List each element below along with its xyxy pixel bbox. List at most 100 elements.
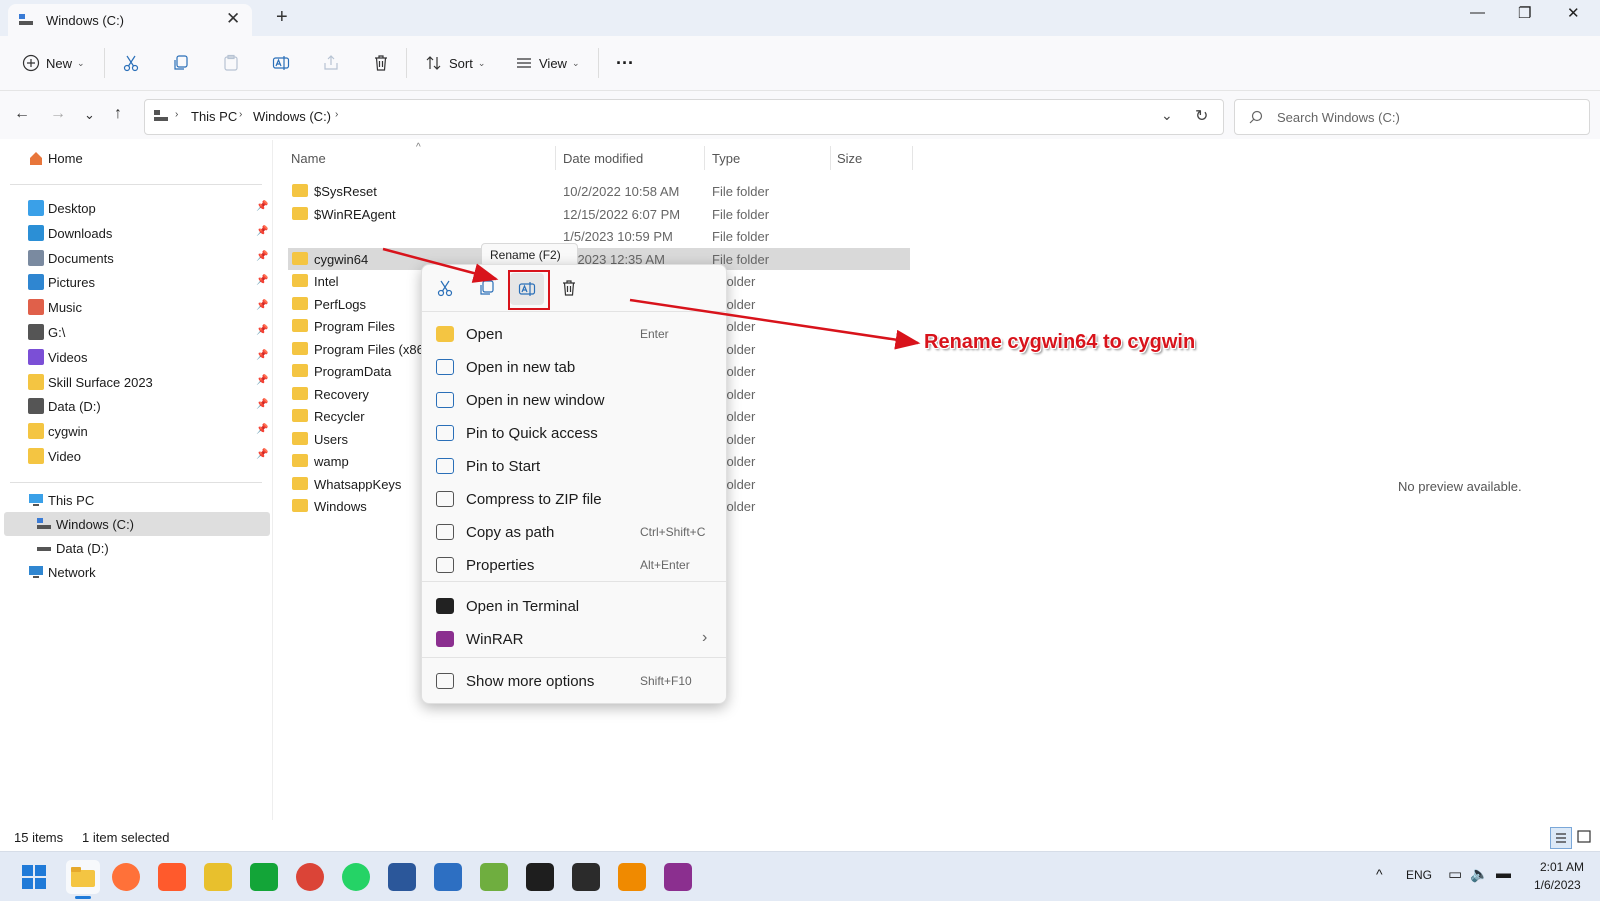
pin-icon[interactable]: 📌 [256, 201, 268, 212]
nav-quick-item[interactable]: Video 📌 [0, 444, 272, 468]
taskbar-firefox-icon[interactable] [112, 863, 140, 891]
nav-quick-item[interactable]: Skill Surface 2023 📌 [0, 370, 272, 394]
ctx-copy-button[interactable] [478, 279, 496, 300]
nav-quick-item[interactable]: Documents 📌 [0, 246, 272, 270]
column-divider[interactable] [830, 146, 831, 170]
details-view-button[interactable] [1550, 827, 1572, 849]
column-header-name[interactable]: Name [291, 151, 326, 166]
nav-quick-item[interactable]: Music 📌 [0, 295, 272, 319]
nav-windows-c[interactable]: Windows (C:) [4, 512, 270, 536]
battery-icon[interactable]: ▬ [1496, 865, 1511, 882]
context-menu-item[interactable]: Open in new window [422, 384, 726, 416]
file-row[interactable]: 1/5/2023 10:59 PM File folder [288, 225, 910, 247]
taskbar-terminal-icon[interactable] [572, 863, 600, 891]
taskbar-app-icon[interactable] [434, 863, 462, 891]
file-row[interactable]: $WinREAgent 12/15/2022 6:07 PM File folder [288, 203, 910, 225]
context-menu-item[interactable]: WinRAR › [422, 623, 726, 655]
back-arrow-icon[interactable]: ← [14, 105, 30, 123]
taskbar-whatsapp-icon[interactable] [342, 863, 370, 891]
pin-icon[interactable]: 📌 [256, 300, 268, 311]
ctx-delete-button[interactable] [560, 279, 578, 300]
nav-quick-item[interactable]: cygwin 📌 [0, 419, 272, 443]
search-box[interactable]: Search Windows (C:) [1234, 99, 1590, 135]
close-tab-icon[interactable]: ✕ [226, 9, 240, 29]
pin-icon[interactable]: 📌 [256, 350, 268, 361]
taskbar-vlc-icon[interactable] [618, 863, 646, 891]
pin-icon[interactable]: 📌 [256, 424, 268, 435]
share-button[interactable] [322, 50, 340, 76]
paste-button[interactable] [222, 50, 240, 76]
nav-data-d[interactable]: Data (D:) [0, 536, 272, 560]
nav-quick-item[interactable]: Downloads 📌 [0, 221, 272, 245]
context-menu-item[interactable]: Pin to Start [422, 450, 726, 482]
column-header-size[interactable]: Size [837, 151, 862, 166]
context-menu-item[interactable]: Open in new tab [422, 351, 726, 383]
nav-quick-item[interactable]: G:\ 📌 [0, 320, 272, 344]
taskbar-app-icon[interactable] [158, 863, 186, 891]
more-options-button[interactable]: ··· [616, 50, 634, 76]
nav-home[interactable]: Home [0, 146, 272, 170]
taskbar-app-icon[interactable] [250, 863, 278, 891]
nav-quick-item[interactable]: Desktop 📌 [0, 196, 272, 220]
forward-arrow-icon[interactable]: → [50, 105, 66, 123]
taskbar-chrome-icon[interactable] [296, 863, 324, 891]
context-menu-item[interactable]: Copy as path Ctrl+Shift+C [422, 516, 726, 548]
volume-icon[interactable]: 🔈 [1470, 865, 1489, 883]
recent-chevron-icon[interactable]: ⌄ [84, 107, 95, 123]
copy-button[interactable] [172, 50, 190, 76]
pin-icon[interactable]: 📌 [256, 251, 268, 262]
context-menu-item[interactable]: Properties Alt+Enter [422, 549, 726, 581]
view-button[interactable]: View ⌄ [515, 50, 580, 76]
taskbar-terminal-icon[interactable] [526, 863, 554, 891]
pin-icon[interactable]: 📌 [256, 325, 268, 336]
language-indicator[interactable]: ENG [1406, 868, 1432, 882]
taskbar-file-explorer[interactable] [66, 860, 100, 894]
context-menu-item[interactable]: Compress to ZIP file [422, 483, 726, 515]
context-menu-item[interactable]: Show more options Shift+F10 [422, 665, 726, 697]
sort-button[interactable]: Sort ⌄ [425, 50, 485, 76]
pin-icon[interactable]: 📌 [256, 375, 268, 386]
column-header-date[interactable]: Date modified [563, 151, 643, 166]
nav-quick-item[interactable]: Videos 📌 [0, 345, 272, 369]
rename-button[interactable] [272, 50, 290, 76]
nav-network[interactable]: Network [0, 560, 272, 584]
delete-button[interactable] [372, 50, 390, 76]
context-menu-item[interactable]: Pin to Quick access [422, 417, 726, 449]
clock-time[interactable]: 2:01 AM [1540, 860, 1584, 874]
breadcrumb-this-pc[interactable]: This PC [191, 109, 237, 124]
new-tab-button[interactable]: + [276, 6, 288, 29]
refresh-icon[interactable]: ↻ [1195, 106, 1208, 126]
taskbar-winrar-icon[interactable] [664, 863, 692, 891]
column-divider[interactable] [555, 146, 556, 170]
column-divider[interactable] [704, 146, 705, 170]
column-divider[interactable] [912, 146, 913, 170]
tray-chevron-icon[interactable]: ^ [1376, 866, 1383, 882]
start-button[interactable] [22, 865, 46, 892]
file-row[interactable]: $SysReset 10/2/2022 10:58 AM File folder [288, 180, 910, 202]
pin-icon[interactable]: 📌 [256, 399, 268, 410]
nav-this-pc[interactable]: This PC [0, 488, 272, 512]
close-window-button[interactable]: ✕ [1567, 4, 1580, 22]
nav-quick-item[interactable]: Pictures 📌 [0, 270, 272, 294]
ctx-cut-button[interactable] [436, 279, 454, 300]
new-button[interactable]: New ⌄ [22, 50, 85, 76]
column-header-type[interactable]: Type [712, 151, 740, 166]
taskbar-app-icon[interactable] [204, 863, 232, 891]
pin-icon[interactable]: 📌 [256, 449, 268, 460]
address-dropdown-icon[interactable]: ⌄ [1161, 107, 1173, 124]
pin-icon[interactable]: 📌 [256, 275, 268, 286]
cut-button[interactable] [122, 50, 140, 76]
tab-windows-c[interactable]: Windows (C:) ✕ [8, 4, 252, 36]
breadcrumb-windows-c[interactable]: Windows (C:) [253, 109, 331, 124]
up-arrow-icon[interactable]: ↑ [114, 105, 122, 123]
taskbar-word-icon[interactable] [388, 863, 416, 891]
network-tray-icon[interactable]: ▭ [1448, 865, 1462, 883]
taskbar-app-icon[interactable] [480, 863, 508, 891]
minimize-button[interactable]: — [1470, 4, 1485, 21]
search-input[interactable]: Search Windows (C:) [1277, 110, 1400, 125]
context-menu-item[interactable]: Open in Terminal [422, 590, 726, 622]
context-menu-item[interactable]: Open Enter [422, 318, 726, 350]
clock-date[interactable]: 1/6/2023 [1534, 878, 1581, 892]
nav-quick-item[interactable]: Data (D:) 📌 [0, 394, 272, 418]
pin-icon[interactable]: 📌 [256, 226, 268, 237]
